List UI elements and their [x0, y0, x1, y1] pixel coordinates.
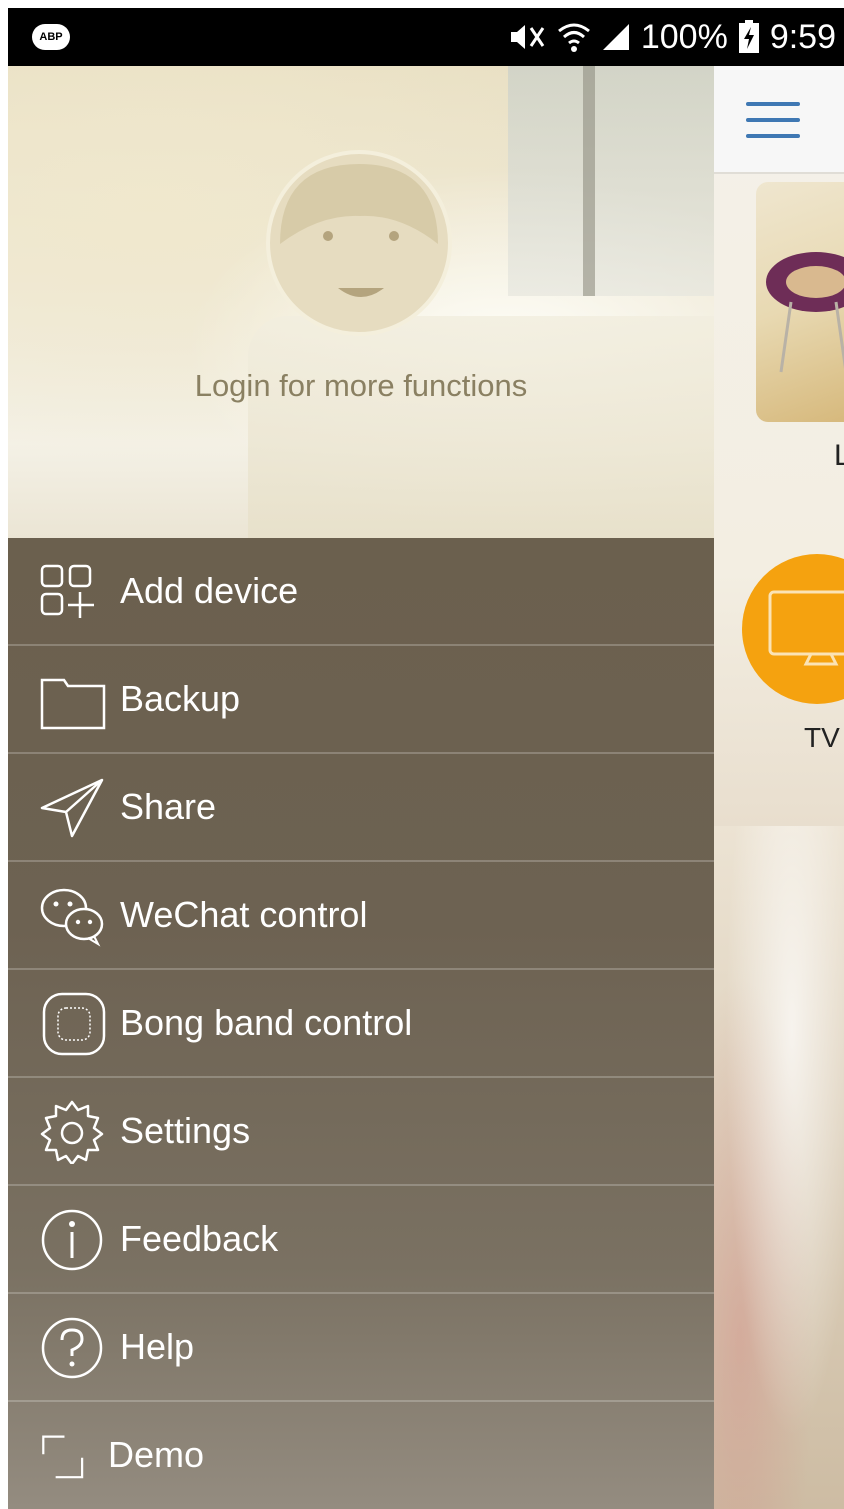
menu-item-label: Settings [120, 1110, 251, 1151]
clock: 9:59 [769, 17, 836, 56]
menu-item-label: Feedback [120, 1218, 279, 1259]
login-prompt[interactable]: Login for more functions [8, 368, 714, 404]
menu-item-wechat-control[interactable]: WeChat control [8, 862, 714, 970]
avatar[interactable] [266, 150, 452, 336]
gear-icon [40, 1100, 104, 1164]
folder-icon [40, 678, 106, 730]
signal-icon [602, 24, 629, 50]
drawer-header: Login for more functions [8, 66, 714, 538]
main-content: L TV [714, 66, 844, 1509]
help-icon [41, 1317, 103, 1379]
menu-item-share[interactable]: Share [8, 754, 714, 862]
menu-item-feedback[interactable]: Feedback [8, 1186, 714, 1294]
menu-item-help[interactable]: Help [8, 1294, 714, 1402]
menu-item-label: Share [120, 786, 217, 827]
send-icon [40, 778, 104, 838]
menu-toggle-button[interactable] [746, 102, 800, 138]
battery-charging-icon [738, 20, 759, 53]
default-avatar-icon [280, 164, 438, 297]
menu-item-label: Add device [120, 570, 299, 611]
tv-device-button[interactable] [742, 554, 844, 704]
room-background [714, 826, 844, 1509]
menu-item-settings[interactable]: Settings [8, 1078, 714, 1186]
menu-item-label: Help [120, 1326, 195, 1367]
menu-item-label: Demo [108, 1434, 205, 1475]
adblock-badge: ABP [32, 24, 70, 50]
room-card[interactable] [756, 182, 844, 422]
demo-frame-icon [42, 1435, 84, 1479]
info-icon [41, 1209, 103, 1271]
navigation-drawer: Login for more functions Add device Back… [8, 66, 714, 1509]
header-window-frame [583, 66, 595, 296]
menu-item-add-device[interactable]: Add device [8, 538, 714, 646]
tv-icon [768, 590, 844, 666]
menu-item-demo[interactable]: Demo [8, 1402, 714, 1509]
battery-percent: 100% [640, 17, 728, 56]
chair-image [766, 252, 844, 373]
menu-item-bong-band-control[interactable]: Bong band control [8, 970, 714, 1078]
status-bar: ABP 100% 9:59 [8, 8, 844, 66]
menu-item-label: Bong band control [120, 1002, 413, 1043]
header-window-decor [508, 66, 714, 296]
tv-label: TV [804, 722, 840, 753]
add-device-icon [40, 564, 94, 618]
room-card-label: L [834, 439, 844, 472]
mute-icon [510, 25, 545, 49]
menu-item-label: WeChat control [120, 894, 368, 935]
wechat-icon [40, 888, 104, 947]
main-toolbar [714, 66, 844, 174]
band-icon [42, 992, 106, 1056]
wifi-icon [557, 23, 590, 52]
header-sofa-decor [248, 316, 714, 538]
drawer-menu: Add device Backup Share WeChat control B… [8, 538, 714, 1509]
status-indicators: 100% 9:59 [507, 8, 836, 66]
menu-item-label: Backup [120, 678, 241, 719]
menu-item-backup[interactable]: Backup [8, 646, 714, 754]
